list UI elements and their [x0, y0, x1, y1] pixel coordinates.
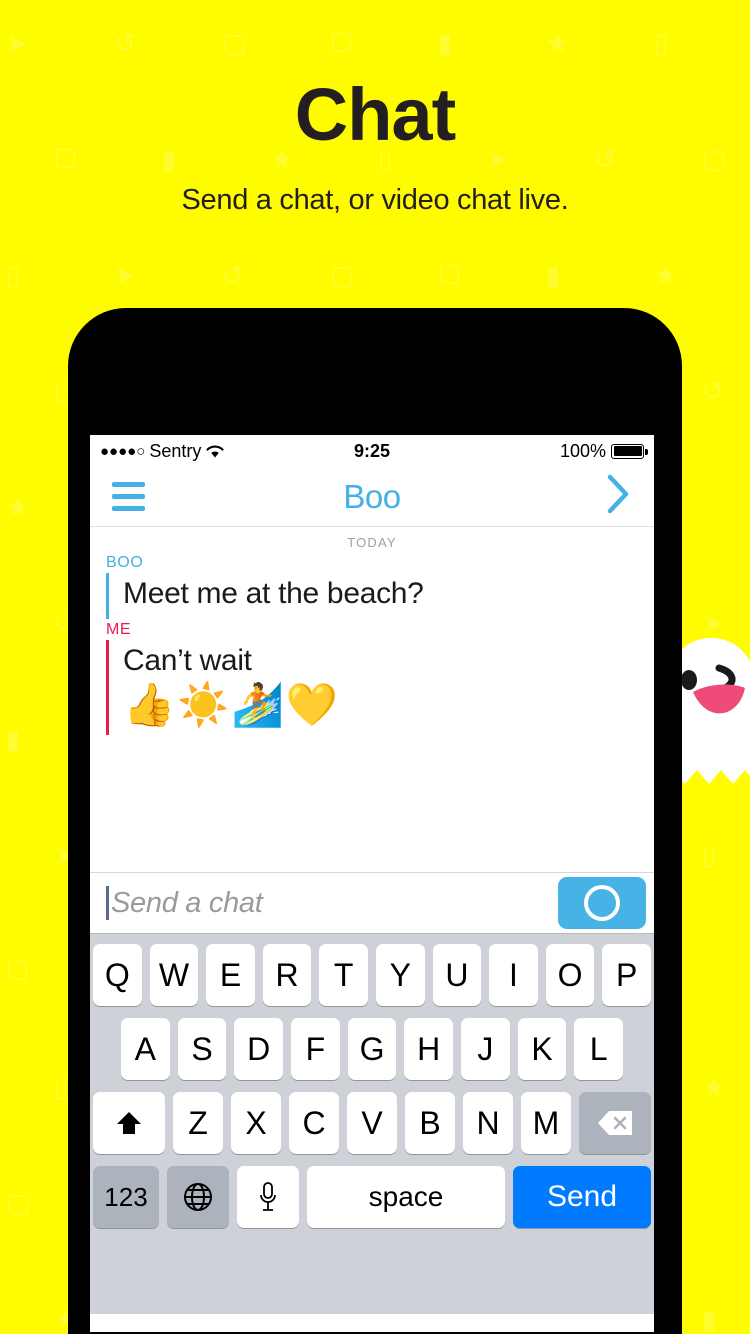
status-bar: ●●●●○ Sentry 9:25 100% — [90, 435, 654, 467]
key-o[interactable]: O — [545, 944, 595, 1006]
microphone-key[interactable] — [237, 1166, 299, 1228]
bookmark-icon: ☐ — [6, 956, 30, 986]
key-n[interactable]: N — [463, 1092, 513, 1154]
star-icon: ★ — [654, 260, 678, 290]
phone-screen: ●●●●○ Sentry 9:25 100% Boo TODAY BOO Mee… — [90, 435, 654, 1332]
star-icon: ★ — [6, 492, 30, 522]
message-sender-label: BOO — [106, 554, 144, 571]
chat-icon: ▢ — [330, 260, 355, 290]
camera-circle-icon — [584, 885, 620, 921]
chat-icon: ▢ — [6, 1188, 31, 1218]
carrier-name: Sentry — [149, 440, 202, 461]
key-e[interactable]: E — [206, 944, 255, 1006]
numbers-key[interactable]: 123 — [93, 1166, 159, 1228]
message-text: Can’t wait — [123, 643, 252, 677]
page-subtitle: Send a chat, or video chat live. — [181, 184, 569, 216]
play-icon: ➤ — [114, 260, 136, 290]
globe-key[interactable] — [167, 1166, 229, 1228]
chat-input-field[interactable]: Send a chat — [111, 887, 558, 920]
key-l[interactable]: L — [574, 1018, 624, 1080]
refresh-icon: ↺ — [222, 260, 244, 290]
key-f[interactable]: F — [291, 1018, 340, 1080]
message-text: Meet me at the beach? — [123, 577, 424, 610]
star-icon: ★ — [702, 1072, 726, 1102]
battery-icon: ▮ — [702, 1304, 717, 1334]
space-key[interactable]: space — [307, 1166, 505, 1228]
signal-strength-icon: ●●●●○ — [100, 442, 146, 460]
chat-title: Boo — [343, 477, 401, 515]
keyboard-row-3: ZXCVBNM — [93, 1092, 651, 1154]
delete-key[interactable] — [579, 1092, 651, 1154]
promo-header: Chat Send a chat, or video chat live. — [0, 0, 750, 217]
key-x[interactable]: X — [231, 1092, 281, 1154]
battery-icon: ▮ — [6, 724, 21, 754]
refresh-icon: ↺ — [702, 376, 724, 406]
key-y[interactable]: Y — [376, 944, 425, 1006]
phone-device-frame: ●●●●○ Sentry 9:25 100% Boo TODAY BOO Mee… — [68, 308, 682, 1334]
key-u[interactable]: U — [432, 944, 482, 1006]
message-body: Can’t wait 👍☀️🏄💛 — [106, 639, 654, 736]
phone-icon: ▯ — [702, 840, 717, 870]
conversation-area[interactable]: TODAY BOO Meet me at the beach? ME Can’t… — [90, 527, 654, 872]
battery-icon: ▮ — [546, 260, 561, 290]
bookmark-icon: ☐ — [438, 260, 462, 290]
chat-input-bar: Send a chat — [90, 872, 654, 934]
key-c[interactable]: C — [289, 1092, 339, 1154]
key-h[interactable]: H — [404, 1018, 454, 1080]
key-b[interactable]: B — [405, 1092, 455, 1154]
key-p[interactable]: P — [602, 944, 651, 1006]
ghost-eye — [681, 670, 697, 690]
keyboard-row-4: 123 space Send — [93, 1166, 651, 1228]
shift-key[interactable] — [93, 1092, 165, 1154]
key-w[interactable]: W — [149, 944, 199, 1006]
key-r[interactable]: R — [262, 944, 312, 1006]
hamburger-menu-icon[interactable] — [112, 482, 145, 511]
key-d[interactable]: D — [234, 1018, 283, 1080]
message-body: Meet me at the beach? — [106, 573, 654, 619]
message-row-boo: BOO Meet me at the beach? — [90, 554, 654, 619]
camera-capture-button[interactable] — [558, 877, 646, 929]
battery-percent-label: 100% — [559, 440, 606, 461]
status-bar-right: 100% — [559, 440, 648, 462]
message-emoji: 👍☀️🏄💛 — [123, 681, 341, 728]
send-key[interactable]: Send — [513, 1166, 651, 1228]
phone-icon: ▯ — [54, 1072, 69, 1102]
message-row-me: ME Can’t wait 👍☀️🏄💛 — [90, 621, 654, 736]
key-j[interactable]: J — [461, 1018, 510, 1080]
chevron-right-icon[interactable] — [606, 473, 632, 520]
key-v[interactable]: V — [347, 1092, 397, 1154]
keyboard-row-1: QWERTYUIOP — [93, 944, 651, 1006]
chat-nav-bar: Boo — [90, 467, 654, 527]
key-q[interactable]: Q — [93, 944, 142, 1006]
key-g[interactable]: G — [347, 1018, 397, 1080]
keyboard-row-2: ASDFGHJKL — [93, 1018, 651, 1080]
status-bar-left: ●●●●○ Sentry — [100, 441, 225, 462]
message-sender-label: ME — [106, 620, 132, 638]
key-t[interactable]: T — [319, 944, 368, 1006]
onscreen-keyboard[interactable]: QWERTYUIOP ASDFGHJKL ZXCVBNM 123 space S… — [90, 934, 654, 1314]
page-title: Chat — [294, 73, 456, 156]
key-m[interactable]: M — [521, 1092, 571, 1154]
phone-icon: ▯ — [6, 260, 21, 290]
key-k[interactable]: K — [517, 1018, 567, 1080]
key-s[interactable]: S — [177, 1018, 227, 1080]
key-i[interactable]: I — [489, 944, 538, 1006]
wifi-icon — [205, 444, 225, 459]
key-a[interactable]: A — [120, 1018, 170, 1080]
battery-icon — [611, 443, 648, 459]
text-cursor — [106, 886, 109, 920]
date-divider: TODAY — [347, 535, 397, 550]
key-z[interactable]: Z — [173, 1092, 223, 1154]
